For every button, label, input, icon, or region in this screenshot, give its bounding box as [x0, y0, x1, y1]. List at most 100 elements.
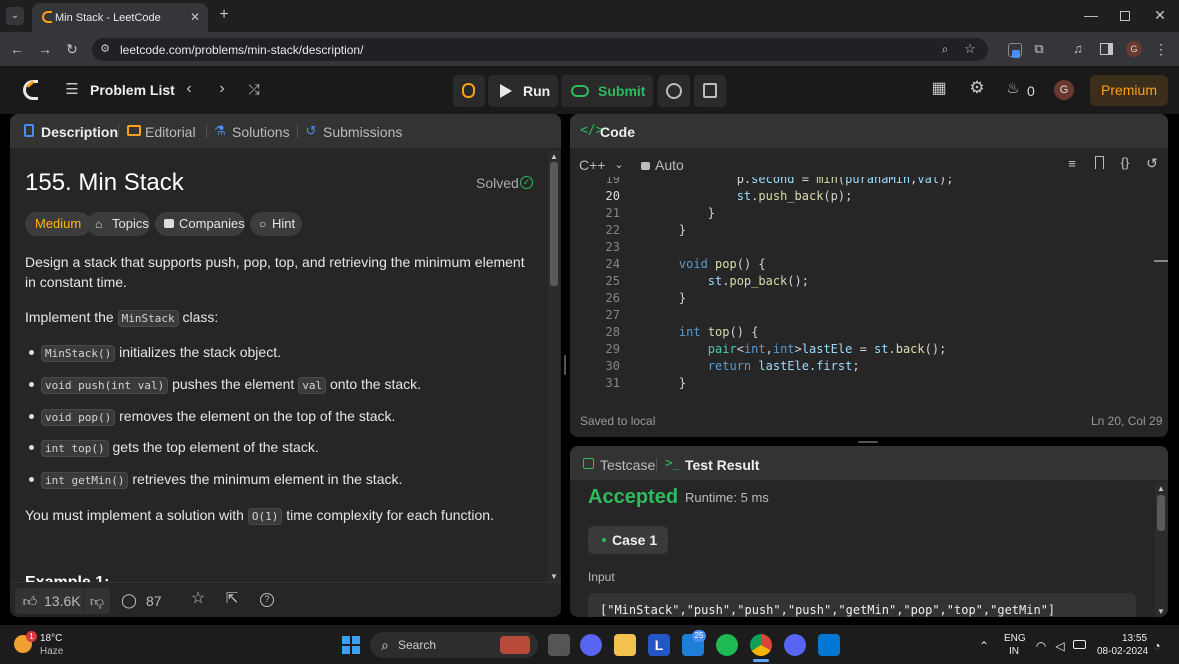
- tab-editorial[interactable]: Editorial: [145, 124, 196, 140]
- input-value: ["MinStack","push","push","push","getMin…: [600, 603, 1056, 617]
- help-icon[interactable]: ?: [260, 593, 274, 607]
- like-button[interactable]: 👍︎ 13.6K: [15, 588, 83, 614]
- timer-button[interactable]: [658, 75, 690, 107]
- likes-count: 13.6K: [44, 593, 81, 609]
- problem-list-icon[interactable]: ☰: [64, 82, 80, 98]
- chrome-icon[interactable]: [750, 634, 772, 656]
- url-text: leetcode.com/problems/min-stack/descript…: [120, 43, 364, 57]
- browser-tab[interactable]: Min Stack - LeetCode ✕: [32, 3, 208, 32]
- tray-chevron-up-icon[interactable]: ⌃: [977, 638, 991, 654]
- auto-mode-label[interactable]: Auto: [655, 157, 684, 173]
- notification-bell-icon[interactable]: ◔: [1150, 638, 1164, 654]
- side-panel-icon[interactable]: [1100, 43, 1113, 55]
- scroll-down-icon[interactable]: ▼: [1156, 604, 1166, 617]
- submit-button[interactable]: Submit: [561, 75, 653, 107]
- premium-button[interactable]: Premium: [1090, 75, 1168, 106]
- discord-icon[interactable]: [784, 634, 806, 656]
- companies-tag[interactable]: Companies: [155, 212, 245, 236]
- layout-grid-icon[interactable]: ▦: [930, 81, 948, 97]
- alarm-clock-icon: [666, 83, 682, 99]
- result-scrollbar-thumb[interactable]: [1157, 495, 1165, 531]
- tag-icon: ⌂: [95, 217, 103, 231]
- bookmark-star-icon[interactable]: ☆: [963, 41, 977, 57]
- reset-code-icon[interactable]: ↺: [1144, 155, 1160, 171]
- footer-divider: [10, 582, 561, 583]
- code-header-title: Code: [600, 124, 635, 140]
- code-editor[interactable]: 19 p.second = min(puranaMin,val); 20 st.p…: [570, 177, 1168, 397]
- battery-icon[interactable]: [1073, 640, 1086, 649]
- task-view-icon[interactable]: [548, 634, 570, 656]
- language-selector[interactable]: C++ ⌄: [579, 156, 627, 176]
- profile-avatar[interactable]: G: [1126, 41, 1142, 57]
- hint-tag[interactable]: ○ Hint: [250, 212, 302, 236]
- extensions-puzzle-icon[interactable]: ⧉: [1032, 41, 1046, 57]
- url-field[interactable]: ⚙ leetcode.com/problems/min-stack/descri…: [92, 38, 988, 61]
- media-control-icon[interactable]: ♫: [1071, 41, 1085, 57]
- settings-gear-icon[interactable]: ⚙: [968, 79, 986, 96]
- tab-submissions[interactable]: Submissions: [323, 124, 402, 140]
- file-explorer-icon[interactable]: [614, 634, 636, 656]
- minimize-icon[interactable]: —: [1083, 7, 1099, 23]
- restore-icon[interactable]: [1120, 11, 1130, 21]
- spotify-icon[interactable]: [716, 634, 738, 656]
- list-item-text: retrieves the minimum element in the sta…: [132, 471, 403, 487]
- dislike-button[interactable]: 👎︎: [84, 588, 110, 614]
- favorite-star-icon[interactable]: ☆: [189, 591, 207, 607]
- problem-list-link[interactable]: Problem List: [90, 82, 175, 98]
- tab-test-result[interactable]: Test Result: [685, 457, 759, 473]
- bookmark-icon[interactable]: [1095, 156, 1104, 169]
- description-scrollbar-thumb[interactable]: [550, 162, 558, 286]
- tab-solutions[interactable]: Solutions: [232, 124, 290, 140]
- horizontal-resize-handle[interactable]: [858, 441, 878, 443]
- run-button[interactable]: Run: [488, 75, 558, 107]
- case-1-button[interactable]: Case 1: [588, 526, 668, 554]
- tab-description[interactable]: Description: [41, 124, 118, 140]
- line-text: int top() {: [678, 325, 759, 339]
- close-tab-icon[interactable]: ✕: [188, 9, 202, 25]
- forward-icon[interactable]: →: [36, 41, 54, 57]
- site-info-icon[interactable]: ⚙: [98, 41, 112, 57]
- vertical-resize-handle[interactable]: [564, 355, 566, 375]
- topics-tag[interactable]: ⌂ Topics: [87, 212, 150, 236]
- wifi-icon[interactable]: ◠: [1034, 638, 1048, 654]
- case-dot: [602, 538, 606, 542]
- clock-time[interactable]: 13:55: [1122, 633, 1147, 644]
- comment-icon[interactable]: ◯: [121, 592, 137, 608]
- taskbar-search-box[interactable]: ⌕ Search: [370, 632, 538, 658]
- notes-button[interactable]: [694, 75, 726, 107]
- streak-fire-icon[interactable]: ♨: [1005, 81, 1021, 97]
- prev-problem-icon[interactable]: ‹: [181, 81, 197, 97]
- list-item-code: val: [298, 377, 327, 394]
- problem-intro: Design a stack that supports push, pop, …: [25, 254, 525, 290]
- browser-menu-icon[interactable]: ⋮: [1154, 41, 1168, 57]
- back-icon[interactable]: ←: [8, 41, 26, 57]
- curly-braces-icon[interactable]: {}: [1117, 155, 1133, 171]
- bug-icon: [462, 83, 475, 98]
- tab-search-icon[interactable]: ⌄: [6, 7, 24, 25]
- tab-testcase[interactable]: Testcase: [600, 457, 655, 473]
- volume-icon[interactable]: ◁: [1053, 638, 1067, 654]
- share-icon[interactable]: ⇱: [223, 591, 241, 607]
- runtime-text: Runtime: 5 ms: [685, 490, 769, 505]
- case-label: Case 1: [612, 532, 658, 548]
- new-tab-icon[interactable]: +: [216, 7, 232, 23]
- windows-start-icon[interactable]: [342, 636, 360, 654]
- line-text: }: [650, 223, 687, 237]
- close-window-icon[interactable]: ✕: [1152, 7, 1168, 23]
- browser-tab-bar: ⌄ Min Stack - LeetCode ✕ + — ✕: [0, 0, 1179, 32]
- format-lines-icon[interactable]: ≡: [1065, 156, 1079, 172]
- user-avatar[interactable]: G: [1054, 80, 1074, 100]
- zoom-icon[interactable]: ⌕: [938, 41, 952, 57]
- line-number: 19: [605, 177, 620, 186]
- reload-icon[interactable]: ↻: [63, 41, 81, 57]
- shuffle-icon[interactable]: ⤮: [245, 81, 263, 97]
- line-number: 20: [605, 189, 620, 203]
- next-problem-icon[interactable]: ›: [214, 81, 230, 97]
- vscode-icon[interactable]: [818, 634, 840, 656]
- l-app-icon[interactable]: L: [648, 634, 670, 656]
- debug-button[interactable]: [453, 75, 485, 107]
- line-text: }: [650, 206, 716, 220]
- thumbs-down-icon: 👎︎: [89, 593, 105, 609]
- language-code[interactable]: ENG: [1004, 633, 1026, 644]
- chat-app-icon[interactable]: [580, 634, 602, 656]
